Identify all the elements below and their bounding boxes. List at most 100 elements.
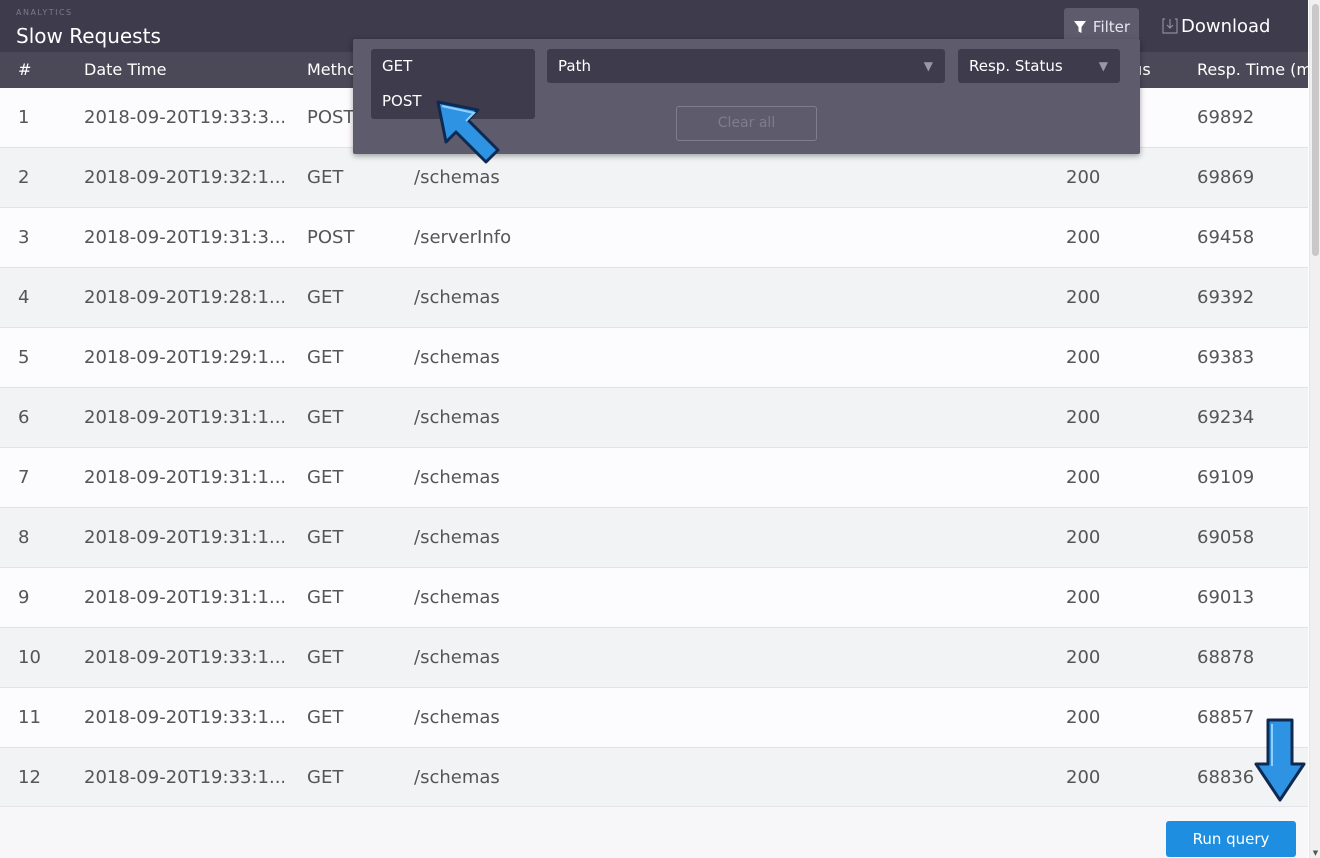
- cell-date-time: 2018-09-20T19:33:1...: [84, 767, 284, 788]
- download-icon: [1162, 18, 1178, 34]
- cell-status: 200: [1066, 287, 1101, 308]
- cell-response-time: 69013: [1197, 587, 1255, 608]
- cell-path: /serverInfo: [414, 227, 512, 248]
- cell-date-time: 2018-09-20T19:33:3...: [84, 107, 284, 128]
- cell-path: /schemas: [414, 647, 500, 668]
- response-status-placeholder: Resp. Status: [969, 57, 1063, 75]
- table-row[interactable]: 10 2018-09-20T19:33:1... GET /schemas 20…: [0, 628, 1308, 688]
- cell-date-time: 2018-09-20T19:31:1...: [84, 527, 284, 548]
- column-header-response-time[interactable]: Resp. Time (ms: [1197, 52, 1308, 88]
- cell-response-time: 69892: [1197, 107, 1255, 128]
- cell-number: 4: [18, 287, 30, 308]
- caret-down-icon: ▼: [923, 59, 933, 73]
- cell-status: 200: [1066, 227, 1101, 248]
- cell-path: /schemas: [414, 467, 500, 488]
- cell-status: 200: [1066, 527, 1101, 548]
- cell-response-time: 69234: [1197, 407, 1255, 428]
- column-header-number[interactable]: #: [18, 52, 68, 88]
- response-status-select[interactable]: Resp. Status ▼: [958, 49, 1120, 83]
- cell-number: 5: [18, 347, 30, 368]
- cell-status: 200: [1066, 347, 1101, 368]
- scrollbar-thumb[interactable]: [1312, 4, 1319, 256]
- clear-all-button[interactable]: Clear all: [676, 106, 817, 141]
- cell-response-time: 69383: [1197, 347, 1255, 368]
- cell-path: /schemas: [414, 287, 500, 308]
- section-eyebrow: ANALYTICS: [16, 8, 73, 17]
- funnel-icon: [1073, 21, 1086, 33]
- cell-method: GET: [307, 167, 344, 188]
- cell-response-time: 69869: [1197, 167, 1255, 188]
- cell-method: GET: [307, 287, 344, 308]
- cell-date-time: 2018-09-20T19:33:1...: [84, 647, 284, 668]
- cell-status: 200: [1066, 707, 1101, 728]
- arrow-cursor-icon: [436, 100, 500, 164]
- cell-status: 200: [1066, 587, 1101, 608]
- table-body: 1 2018-09-20T19:33:3... POST 69892 2 201…: [0, 88, 1308, 808]
- table-row[interactable]: 12 2018-09-20T19:33:1... GET /schemas 20…: [0, 748, 1308, 808]
- cell-method: GET: [307, 767, 344, 788]
- column-header-date-time[interactable]: Date Time: [84, 52, 284, 88]
- cell-path: /schemas: [414, 707, 500, 728]
- cell-date-time: 2018-09-20T19:29:1...: [84, 347, 284, 368]
- cell-method: GET: [307, 707, 344, 728]
- cell-number: 6: [18, 407, 30, 428]
- cell-date-time: 2018-09-20T19:32:1...: [84, 167, 284, 188]
- cell-date-time: 2018-09-20T19:31:1...: [84, 587, 284, 608]
- cell-number: 2: [18, 167, 30, 188]
- cell-path: /schemas: [414, 527, 500, 548]
- cell-date-time: 2018-09-20T19:33:1...: [84, 707, 284, 728]
- cell-method: GET: [307, 347, 344, 368]
- cell-method: GET: [307, 407, 344, 428]
- cell-response-time: 69458: [1197, 227, 1255, 248]
- cell-response-time: 69109: [1197, 467, 1255, 488]
- cell-response-time: 69058: [1197, 527, 1255, 548]
- cell-path: /schemas: [414, 407, 500, 428]
- cell-number: 1: [18, 107, 30, 128]
- cell-method: GET: [307, 647, 344, 668]
- download-button-label: Download: [1181, 15, 1271, 37]
- cell-response-time: 69392: [1197, 287, 1255, 308]
- cell-date-time: 2018-09-20T19:31:3...: [84, 227, 284, 248]
- cell-path: /schemas: [414, 347, 500, 368]
- table-row[interactable]: 2 2018-09-20T19:32:1... GET /schemas 200…: [0, 148, 1308, 208]
- table-row[interactable]: 11 2018-09-20T19:33:1... GET /schemas 20…: [0, 688, 1308, 748]
- cell-path: /schemas: [414, 767, 500, 788]
- cell-path: /schemas: [414, 587, 500, 608]
- table-row[interactable]: 6 2018-09-20T19:31:1... GET /schemas 200…: [0, 388, 1308, 448]
- scroll-down-icon[interactable]: ▼: [1311, 848, 1320, 858]
- cell-method: GET: [307, 527, 344, 548]
- cell-date-time: 2018-09-20T19:31:1...: [84, 467, 284, 488]
- cell-number: 7: [18, 467, 30, 488]
- cell-number: 10: [18, 647, 41, 668]
- run-query-button[interactable]: Run query: [1166, 821, 1296, 857]
- cell-response-time: 68878: [1197, 647, 1255, 668]
- cell-number: 12: [18, 767, 41, 788]
- table-row[interactable]: 7 2018-09-20T19:31:1... GET /schemas 200…: [0, 448, 1308, 508]
- cell-method: GET: [307, 587, 344, 608]
- vertical-scrollbar[interactable]: ▼: [1309, 0, 1320, 858]
- cell-number: 9: [18, 587, 30, 608]
- table-row[interactable]: 8 2018-09-20T19:31:1... GET /schemas 200…: [0, 508, 1308, 568]
- cell-method: GET: [307, 467, 344, 488]
- cell-status: 200: [1066, 647, 1101, 668]
- cell-status: 200: [1066, 167, 1101, 188]
- cell-status: 200: [1066, 767, 1101, 788]
- table-row[interactable]: 3 2018-09-20T19:31:3... POST /serverInfo…: [0, 208, 1308, 268]
- cell-status: 200: [1066, 467, 1101, 488]
- cell-method: POST: [307, 227, 355, 248]
- arrow-down-icon: [1254, 718, 1306, 802]
- method-option-get[interactable]: GET: [371, 49, 535, 84]
- table-row[interactable]: 5 2018-09-20T19:29:1... GET /schemas 200…: [0, 328, 1308, 388]
- path-select-placeholder: Path: [558, 57, 591, 75]
- page-title: Slow Requests: [16, 24, 161, 48]
- table-row[interactable]: 4 2018-09-20T19:28:1... GET /schemas 200…: [0, 268, 1308, 328]
- table-row[interactable]: 9 2018-09-20T19:31:1... GET /schemas 200…: [0, 568, 1308, 628]
- caret-down-icon: ▼: [1098, 59, 1108, 73]
- cell-number: 11: [18, 707, 41, 728]
- path-select[interactable]: Path ▼: [547, 49, 945, 83]
- filter-button-label: Filter: [1092, 18, 1131, 36]
- cell-number: 3: [18, 227, 30, 248]
- cell-number: 8: [18, 527, 30, 548]
- download-button[interactable]: Download: [1162, 12, 1270, 40]
- cell-status: 200: [1066, 407, 1101, 428]
